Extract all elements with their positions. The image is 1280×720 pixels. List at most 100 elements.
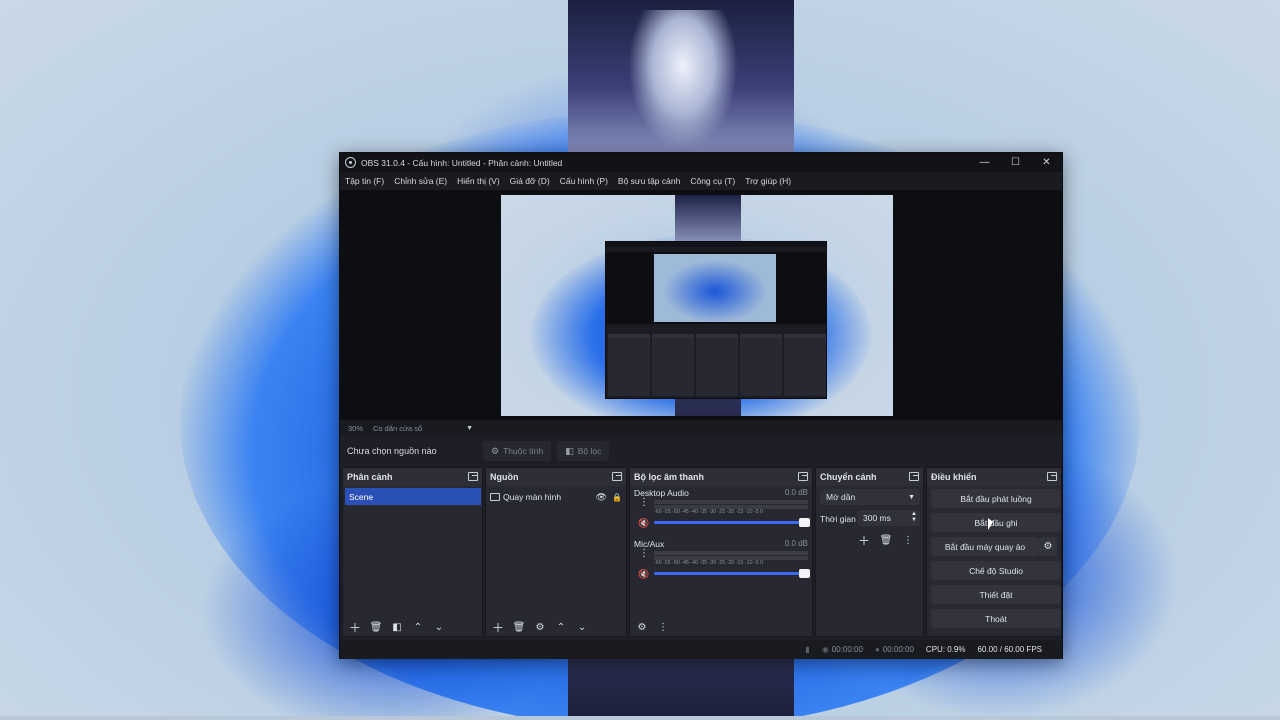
transition-type-select[interactable]: Mờ dần ▼ [820,489,920,505]
controls-title: Điều khiển [931,472,977,482]
sources-toolbar: ＋ 🗑 ⚙ ⌃ ⌄ [486,616,626,638]
move-up-button[interactable]: ⌃ [553,619,569,635]
undock-icon[interactable] [1047,472,1057,481]
properties-button[interactable]: ⚙ Thuộc tính [483,441,552,461]
advanced-audio-button[interactable]: ⚙ [634,619,650,635]
filter-icon: ◧ [565,445,574,456]
nested-dock [784,334,826,396]
channel-db: 0.0 dB [784,488,808,497]
menu-edit[interactable]: Chỉnh sửa (E) [394,176,447,186]
undock-icon[interactable] [612,472,622,481]
transition-menu-button[interactable]: ⋮ [900,532,916,548]
menu-docks[interactable]: Giá đỡ (D) [510,176,550,186]
menu-scene-collection[interactable]: Bộ sưu tập cảnh [618,176,680,186]
spin-arrows-icon[interactable]: ▲ ▼ [911,511,917,523]
maximize-button[interactable]: ☐ [1000,153,1031,172]
volume-slider[interactable] [654,518,810,527]
nested-docks [608,334,826,396]
remove-scene-button[interactable]: 🗑 [368,619,384,635]
undock-icon[interactable] [798,472,808,481]
start-virtual-camera-button[interactable]: Bắt đầu máy quay ảo [931,537,1039,556]
menu-view[interactable]: Hiển thị (V) [457,176,500,186]
menu-profile[interactable]: Cấu hình (P) [560,176,608,186]
more-icon[interactable]: ⋮ [639,549,649,559]
undock-icon[interactable] [909,472,919,481]
audio-mixer-dock: Bộ lọc âm thanh Desktop Audio 0.0 dB ⋮ -… [629,467,813,637]
speaker-muted-icon[interactable]: 🔇 [638,569,649,580]
sources-title: Nguồn [490,472,519,482]
mixer-channel-desktop: Desktop Audio 0.0 dB ⋮ -60 -55 -50 -45 -… [634,488,810,532]
signal-icon: ▮ [805,645,810,654]
undock-icon[interactable] [468,472,478,481]
volume-slider[interactable] [654,569,810,578]
zoom-level: 30% [348,423,364,433]
settings-button[interactable]: Thiết đặt [931,585,1061,604]
close-button[interactable]: ✕ [1031,153,1062,172]
obs-logo-icon [345,157,356,168]
virtual-camera-settings-button[interactable]: ⚙ [1039,537,1057,556]
sources-dock: Nguồn Quay màn hình 👁 🔒 ＋ 🗑 ⚙ ⌃ ⌄ [485,467,627,637]
add-transition-button[interactable]: ＋ [856,532,872,548]
remove-transition-button[interactable]: 🗑 [878,532,894,548]
volume-meter [654,551,808,555]
no-source-selected: Chưa chọn nguồn nào [347,446,437,456]
eye-icon[interactable]: 👁 [596,492,607,503]
nested-dock [608,334,650,396]
scenes-list: Scene ＋ 🗑 ◧ ⌃ ⌄ [343,486,482,638]
nested-dock [696,334,738,396]
transitions-dock-header: Chuyển cảnh [816,468,923,486]
menu-help[interactable]: Trợ giúp (H) [745,176,791,186]
chevron-down-icon: ▼ [908,493,915,501]
dock-area: Phân cảnh Scene ＋ 🗑 ◧ ⌃ ⌄ Nguồn Quay màn… [342,467,1062,637]
filters-label: Bộ lọc [577,446,602,456]
cpu-usage: CPU: 0.9% [925,645,966,654]
filters-button[interactable]: ◧ Bộ lọc [557,441,610,461]
source-item[interactable]: Quay màn hình 👁 🔒 [490,489,622,505]
move-down-button[interactable]: ⌄ [574,619,590,635]
speaker-muted-icon[interactable]: 🔇 [638,518,649,529]
add-scene-button[interactable]: ＋ [347,619,363,635]
scene-item[interactable]: Scene [345,488,481,505]
status-bar: ▮ ◉ 00:00:00 ● 00:00:00 CPU: 0.9% 60.00 / … [340,640,1062,659]
nested-preview [606,252,826,324]
sources-list: Quay màn hình 👁 🔒 ＋ 🗑 ⚙ ⌃ ⌄ [486,486,626,638]
move-down-button[interactable]: ⌄ [431,619,447,635]
chevron-down-icon: ▼ [466,424,474,432]
slider-handle[interactable] [799,569,810,578]
scene-filters-button[interactable]: ◧ [389,619,405,635]
preview-canvas[interactable] [501,195,893,416]
record-time-value: 00:00:00 [882,645,914,654]
controls-dock: Điều khiển Bắt đầu phát luồng Bắt đầu gh… [926,467,1062,637]
transition-type-value: Mờ dần [826,492,856,502]
mixer-menu-button[interactable]: ⋮ [655,619,671,635]
add-source-button[interactable]: ＋ [490,619,506,635]
title-bar[interactable]: OBS 31.0.4 - Cấu hình: Untitled - Phân c… [340,153,1062,172]
start-recording-button[interactable]: Bắt đầu ghi [931,513,1061,532]
channel-db: 0.0 dB [784,539,808,548]
source-item-label: Quay màn hình [503,492,562,502]
record-time: ● 00:00:00 [875,645,914,654]
transitions-title: Chuyển cảnh [820,472,877,482]
exit-button[interactable]: Thoát [931,609,1061,628]
menu-file[interactable]: Tập tin (F) [345,176,384,186]
move-up-button[interactable]: ⌃ [410,619,426,635]
volume-meter [654,500,808,504]
source-properties-button[interactable]: ⚙ [532,619,548,635]
preview-area[interactable] [340,190,1062,420]
scale-mode-select[interactable]: Co dãn cửa sổ ▼ [373,422,473,434]
meter-ticks: -60 -55 -50 -45 -40 -35 -30 -25 -20 -15 … [654,560,763,566]
mixer-channel-mic: Mic/Aux 0.0 dB ⋮ -60 -55 -50 -45 -40 -35… [634,539,810,583]
remove-source-button[interactable]: 🗑 [511,619,527,635]
studio-mode-button[interactable]: Chế độ Studio [931,561,1061,580]
nested-dock [740,334,782,396]
network-status: ▮ [805,645,809,654]
minimize-button[interactable]: — [969,153,1000,172]
duration-input[interactable]: 300 ms ▲ ▼ [858,510,920,526]
menu-tools[interactable]: Công cụ (T) [690,176,735,186]
window-controls: — ☐ ✕ [969,153,1062,172]
start-streaming-button[interactable]: Bắt đầu phát luồng [931,489,1061,508]
scenes-dock: Phân cảnh Scene ＋ 🗑 ◧ ⌃ ⌄ [342,467,483,637]
more-icon[interactable]: ⋮ [639,498,649,508]
slider-handle[interactable] [799,518,810,527]
lock-icon[interactable]: 🔒 [612,493,622,502]
